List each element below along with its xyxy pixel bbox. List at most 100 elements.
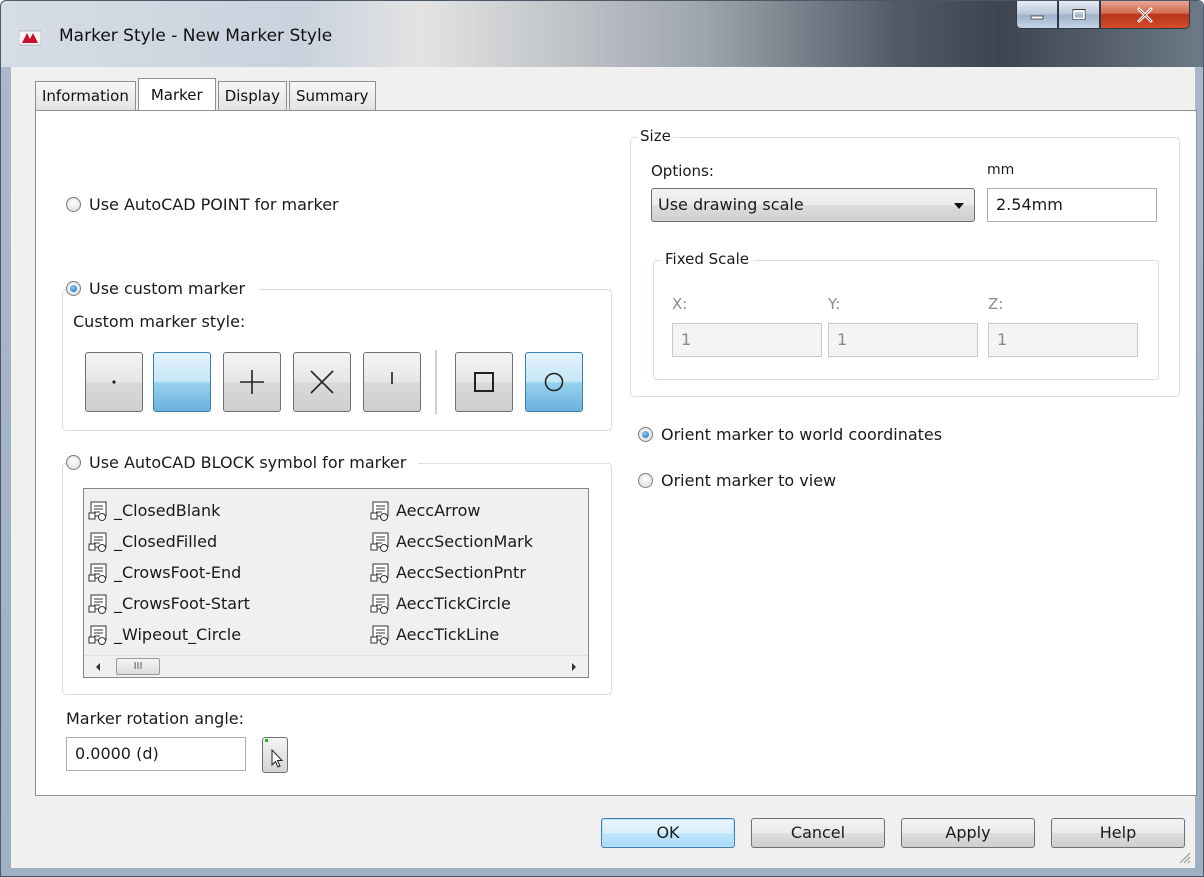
point-marker-option[interactable]: Use AutoCAD POINT for marker (66, 195, 339, 214)
size-value-input[interactable]: 2.54mm (987, 188, 1157, 222)
block-symbol-icon (88, 563, 107, 583)
fixed-scale-group: X: Y: Z: 1 1 1 (653, 260, 1159, 380)
tab-summary[interactable]: Summary (289, 81, 376, 111)
marker-tab-panel: Use AutoCAD POINT for marker Custom mark… (35, 110, 1197, 796)
block-symbol-icon (370, 594, 389, 614)
orient-view-label: Orient marker to view (661, 471, 837, 490)
plus-marker-icon (240, 370, 264, 394)
block-list-column-2: AeccArrow AeccSectionMark AeccSectionPntr A… (370, 495, 533, 650)
block-list-item[interactable]: AeccSectionPntr (370, 557, 533, 588)
fixed-scale-label: Fixed Scale (661, 250, 753, 268)
resize-grip-icon[interactable] (1177, 850, 1191, 864)
dot-marker-button[interactable] (85, 352, 143, 412)
block-marker-label: Use AutoCAD BLOCK symbol for marker (89, 453, 407, 472)
circle-marker-button[interactable] (525, 352, 583, 412)
tick-marker-icon (391, 372, 393, 384)
block-symbol-icon (88, 625, 107, 645)
minimize-button[interactable] (1016, 1, 1058, 29)
pick-cursor-icon (265, 739, 284, 768)
block-list-item-label: _ClosedFilled (114, 532, 218, 551)
x-marker-icon (310, 370, 334, 394)
rotation-angle-label: Marker rotation angle: (66, 709, 244, 728)
title-bar[interactable]: Marker Style - New Marker Style (1, 1, 1203, 67)
y-scale-input[interactable]: 1 (828, 323, 978, 357)
close-button[interactable] (1100, 1, 1190, 29)
dialog-client-area: Information Marker Display Summary Use A… (11, 67, 1197, 868)
window-title: Marker Style - New Marker Style (59, 26, 333, 46)
block-list-item-label: AeccTickCircle (396, 594, 511, 613)
minimize-icon (1030, 15, 1044, 19)
orient-world-option[interactable]: Orient marker to world coordinates (638, 425, 942, 444)
orient-view-radio[interactable] (638, 473, 653, 488)
block-marker-option[interactable]: Use AutoCAD BLOCK symbol for marker (66, 453, 419, 472)
block-list-item[interactable]: AeccArrow (370, 495, 533, 526)
block-list-column-1: _ClosedBlank _ClosedFilled _CrowsFoot-End _… (88, 495, 250, 650)
block-symbol-icon (370, 501, 389, 521)
block-list-item[interactable]: AeccSectionMark (370, 526, 533, 557)
close-icon (1137, 7, 1153, 22)
orient-view-option[interactable]: Orient marker to view (638, 471, 836, 490)
tab-marker[interactable]: Marker (137, 78, 216, 112)
square-marker-button[interactable] (455, 352, 513, 412)
x-marker-button[interactable] (293, 352, 351, 412)
tab-display[interactable]: Display (217, 81, 287, 111)
horizontal-scrollbar[interactable]: III (84, 655, 588, 677)
scroll-left-icon[interactable] (94, 662, 102, 672)
dot-marker-icon (112, 380, 116, 384)
z-scale-label: Z: (988, 295, 1004, 313)
options-label: Options: (651, 162, 714, 180)
none-marker-button[interactable] (153, 352, 211, 412)
custom-style-label: Custom marker style: (73, 312, 246, 331)
pick-angle-button[interactable] (262, 737, 288, 773)
block-list-item[interactable]: _CrowsFoot-End (88, 557, 250, 588)
z-scale-input[interactable]: 1 (988, 323, 1138, 357)
maximize-icon (1072, 8, 1086, 20)
point-marker-radio[interactable] (66, 197, 81, 212)
block-list-item-label: AeccSectionMark (396, 532, 533, 551)
tab-information[interactable]: Information (35, 81, 136, 111)
block-list-item[interactable]: AeccTickLine (370, 619, 533, 650)
dialog-footer: OK Cancel Apply Help (11, 796, 1195, 868)
block-list[interactable]: _ClosedBlank _ClosedFilled _CrowsFoot-End _… (83, 488, 589, 678)
block-list-item-label: _CrowsFoot-End (114, 563, 242, 582)
custom-marker-label: Use custom marker (89, 279, 246, 298)
custom-marker-radio[interactable] (66, 281, 81, 296)
block-symbol-icon (370, 532, 389, 552)
block-symbol-icon (88, 532, 107, 552)
block-list-item-label: _CrowsFoot-Start (114, 594, 250, 613)
point-marker-label: Use AutoCAD POINT for marker (89, 195, 339, 214)
block-marker-group: _ClosedBlank _ClosedFilled _CrowsFoot-End _… (62, 463, 612, 695)
block-symbol-icon (370, 563, 389, 583)
scroll-right-icon[interactable] (570, 662, 578, 672)
scroll-thumb[interactable]: III (116, 658, 160, 675)
block-list-item-label: AeccTickLine (396, 625, 500, 644)
rotation-angle-input[interactable]: 0.0000 (d) (66, 737, 246, 771)
block-symbol-icon (88, 594, 107, 614)
maximize-button[interactable] (1058, 1, 1100, 29)
unit-label: mm (987, 162, 1015, 178)
help-button[interactable]: Help (1051, 818, 1185, 848)
size-group-label: Size (638, 127, 673, 145)
block-list-item-label: AeccSectionPntr (396, 563, 526, 582)
block-list-item[interactable]: _ClosedFilled (88, 526, 250, 557)
marker-separator (435, 350, 437, 414)
orient-world-radio[interactable] (638, 427, 653, 442)
block-list-item[interactable]: _CrowsFoot-Start (88, 588, 250, 619)
tick-marker-button[interactable] (363, 352, 421, 412)
apply-button[interactable]: Apply (901, 818, 1035, 848)
size-options-dropdown[interactable]: Use drawing scale (651, 188, 975, 222)
block-marker-radio[interactable] (66, 455, 81, 470)
plus-marker-button[interactable] (223, 352, 281, 412)
x-scale-input[interactable]: 1 (672, 323, 822, 357)
ok-button[interactable]: OK (601, 818, 735, 848)
custom-marker-option[interactable]: Use custom marker (66, 279, 260, 298)
cancel-button[interactable]: Cancel (751, 818, 885, 848)
block-list-item[interactable]: AeccTickCircle (370, 588, 533, 619)
orient-world-label: Orient marker to world coordinates (661, 425, 943, 444)
block-list-item[interactable]: _Wipeout_Circle (88, 619, 250, 650)
block-symbol-icon (370, 625, 389, 645)
block-list-item-label: _ClosedBlank (114, 501, 221, 520)
tab-strip: Information Marker Display Summary (35, 77, 378, 112)
block-list-item[interactable]: _ClosedBlank (88, 495, 250, 526)
y-scale-label: Y: (828, 295, 841, 313)
